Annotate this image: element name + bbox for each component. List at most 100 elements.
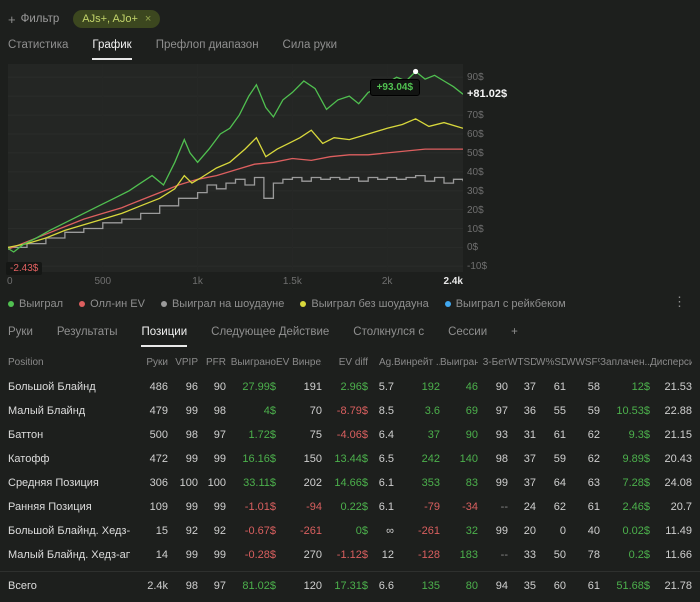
table-cell: 33.11$	[243, 477, 276, 489]
main-tab-2[interactable]: Префлоп диапазон	[156, 39, 259, 60]
table-cell: 270	[303, 549, 322, 561]
add-filter-button[interactable]: + Фильтр	[8, 13, 59, 26]
table-header: PositionРукиVPIPPFRВыиграноEV Винре...EV…	[0, 349, 700, 375]
table-total: Всего 2.4k 98 97 81.02$ 120 17.31$ 6.6 135 80 94 35…	[0, 574, 700, 598]
table-cell: -34	[462, 501, 478, 513]
table-cell: 17.31$	[334, 580, 368, 592]
table-cell: 135	[421, 580, 440, 592]
column-header-9[interactable]: Выиграно...	[440, 357, 478, 368]
table-total-row: Всего 2.4k 98 97 81.02$ 120 17.31$ 6.6 135 80 94 35…	[0, 574, 700, 598]
table-tab-5[interactable]: Сессии	[448, 326, 487, 347]
legend-label: Выиграл с рейкбеком	[455, 298, 566, 310]
column-header-4[interactable]: Выиграно	[226, 357, 276, 368]
table-row[interactable]: Ранняя Позиция 109 99 99 -1.01$ -94 0.22$ 6.1 -7…	[0, 495, 700, 519]
table-cell: 37	[523, 381, 536, 393]
table-cell: 32	[465, 525, 478, 537]
x-axis-tick: 1.5k	[282, 276, 302, 287]
table-tab-0[interactable]: Руки	[8, 326, 33, 347]
table-cell: 100	[179, 477, 198, 489]
plus-icon: +	[8, 11, 16, 27]
table-tab-2[interactable]: Позиции	[141, 326, 188, 347]
table-cell: 1.72$	[248, 429, 276, 441]
legend-item-3[interactable]: Выиграл без шоудауна	[300, 298, 429, 310]
table-cell: 33	[523, 549, 536, 561]
column-header-5[interactable]: EV Винре...	[276, 357, 322, 368]
filter-tag[interactable]: AJs+, AJo+ ×	[73, 10, 161, 28]
y-axis-tick: 10$	[467, 223, 484, 235]
table-cell: 97	[495, 405, 508, 417]
table-cell: 242	[421, 453, 440, 465]
table-cell: 24.08	[664, 477, 692, 489]
table-cell: 61	[587, 580, 600, 592]
legend-dot-icon	[79, 301, 86, 307]
table-row[interactable]: Большой Блайнд. Хедз-ап 15 92 92 -0.67$ -261 0…	[0, 519, 700, 543]
table-cell: Катофф	[8, 453, 50, 465]
close-icon[interactable]: ×	[145, 13, 151, 25]
table-cell: 191	[303, 381, 322, 393]
table-tab-3[interactable]: Следующее Действие	[211, 326, 329, 347]
table-row[interactable]: Малый Блайнд. Хедз-ап 14 99 99 -0.28$ 270 -1.1…	[0, 543, 700, 567]
table-cell: 0.02$	[622, 525, 650, 537]
table-cell: 99	[185, 501, 198, 513]
table-row[interactable]: Средняя Позиция 306 100 100 33.11$ 202 14.66$ 6…	[0, 471, 700, 495]
y-axis-tick: 40$	[467, 166, 484, 178]
column-header-10[interactable]: 3-Бет	[478, 357, 508, 368]
table-cell: 0.2$	[628, 549, 650, 561]
chart-legend: Выиграл Олл-ин EV Выиграл на шоудауне Выигр…	[0, 290, 700, 312]
table-row[interactable]: Катофф 472 99 99 16.16$ 150 13.44$ 6.5 242 140 98 3…	[0, 447, 700, 471]
table-cell: 96	[185, 381, 198, 393]
table-cell: 59	[587, 405, 600, 417]
column-header-3[interactable]: PFR	[198, 357, 226, 368]
table-tab-6[interactable]: +	[511, 326, 518, 347]
column-header-13[interactable]: WWSF%	[566, 357, 600, 368]
table-cell: 20	[523, 525, 536, 537]
chart-area: +93.04$ +81.02$ -2.43$ 2.4k 90$80$70$60$…	[0, 62, 700, 290]
legend-dot-icon	[8, 301, 14, 307]
table-cell: -8.79$	[336, 405, 368, 417]
table-cell: -79	[424, 501, 440, 513]
table-row[interactable]: Большой Блайнд 486 96 90 27.99$ 191 2.96$ 5.7 19…	[0, 375, 700, 399]
table-cell: 90	[213, 381, 226, 393]
column-header-14[interactable]: Заплачен...	[600, 357, 650, 368]
table-cell: 99	[495, 525, 508, 537]
table-row[interactable]: Баттон 500 98 97 1.72$ 75 -4.06$ 6.4 37 90 93 31 61 6…	[0, 423, 700, 447]
main-tab-3[interactable]: Сила руки	[283, 39, 338, 60]
legend-dot-icon	[300, 301, 307, 307]
main-tab-0[interactable]: Статистика	[8, 39, 68, 60]
table-cell: 3.6	[424, 405, 440, 417]
column-header-15[interactable]: Дисперси...	[650, 357, 692, 368]
table-row[interactable]: Малый Блайнд 479 99 98 4$ 70 -8.79$ 8.5 3.6 69 97 3…	[0, 399, 700, 423]
table-cell: 36	[523, 405, 536, 417]
legend-item-4[interactable]: Выиграл с рейкбеком	[444, 298, 566, 310]
table-cell: --	[500, 549, 508, 561]
table-cell: 83	[465, 477, 478, 489]
table-cell: -261	[417, 525, 440, 537]
column-header-2[interactable]: VPIP	[168, 357, 198, 368]
table-cell: 99	[213, 501, 226, 513]
legend-dot-icon	[160, 301, 167, 307]
main-tab-1[interactable]: График	[92, 39, 132, 60]
column-header-0[interactable]: Position	[8, 357, 130, 368]
column-header-1[interactable]: Руки	[130, 357, 168, 368]
table-cell: 62	[587, 453, 600, 465]
y-axis-tick: -10$	[467, 261, 488, 273]
table-tab-4[interactable]: Столкнулся с	[353, 326, 424, 347]
legend-label: Олл-ин EV	[90, 298, 145, 310]
table-cell: 9.3$	[628, 429, 650, 441]
column-header-8[interactable]: Винрейт ...	[394, 357, 440, 368]
column-header-11[interactable]: WTSD	[508, 357, 536, 368]
legend-item-1[interactable]: Олл-ин EV	[79, 298, 145, 310]
table-cell: 64	[553, 477, 566, 489]
table-cell: 500	[149, 429, 168, 441]
table-cell: 5.7	[378, 381, 394, 393]
legend-label: Выиграл без шоудауна	[311, 298, 429, 310]
column-header-6[interactable]: EV diff	[322, 357, 368, 368]
table-cell: 21.78	[664, 580, 692, 592]
legend-item-0[interactable]: Выиграл	[8, 298, 63, 310]
column-header-7[interactable]: Ag.	[368, 357, 394, 368]
kebab-menu-icon[interactable]: ⋮	[673, 294, 686, 310]
column-header-12[interactable]: W%SD	[536, 357, 566, 368]
legend-item-2[interactable]: Выиграл на шоудауне	[160, 298, 284, 310]
table-tab-1[interactable]: Результаты	[57, 326, 118, 347]
table-cell: 99	[213, 549, 226, 561]
